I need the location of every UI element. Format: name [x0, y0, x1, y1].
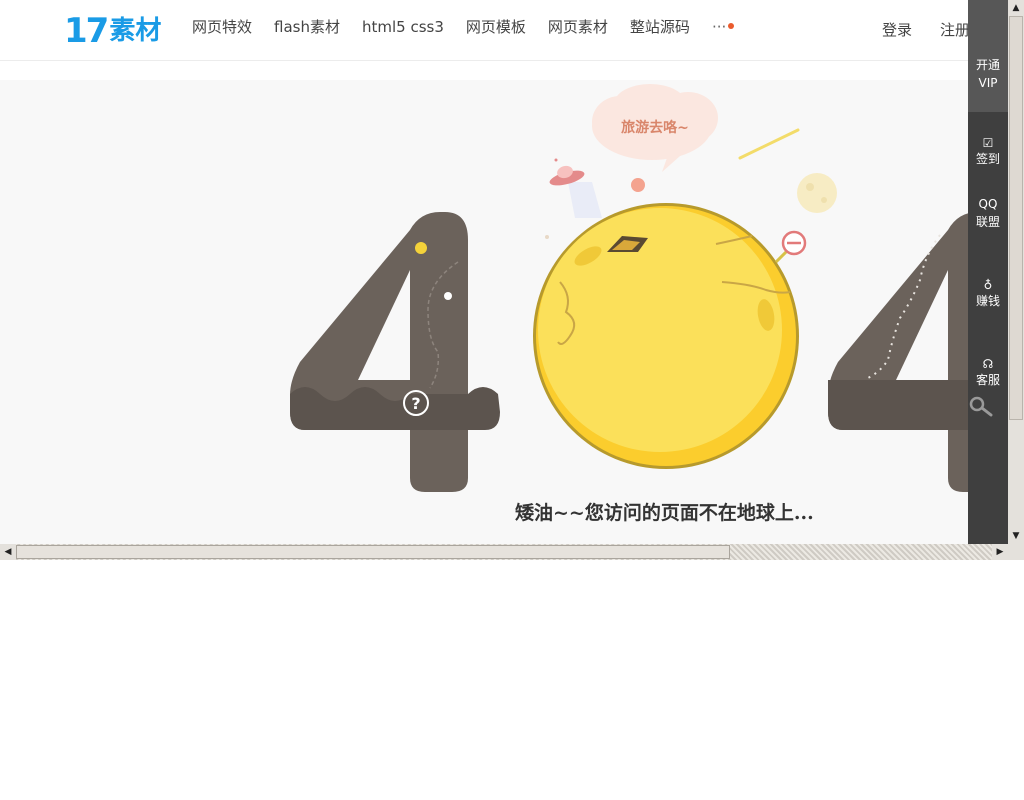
- error-message: 矮油~~您访问的页面不在地球上...: [515, 502, 814, 524]
- vip-label-line1: 开通: [975, 58, 1000, 72]
- qq-union-button[interactable]: QQ 联盟: [968, 195, 1008, 231]
- scroll-right-arrow-icon[interactable]: ▶: [992, 544, 1008, 560]
- scroll-left-arrow-icon[interactable]: ◀: [0, 544, 16, 560]
- horizontal-scroll-thumb[interactable]: [16, 545, 730, 559]
- yellow-bead: [415, 242, 427, 254]
- search-button[interactable]: [962, 394, 1002, 425]
- cloud-text: 旅游去咯~: [621, 119, 689, 136]
- shooting-star: [738, 128, 800, 160]
- scrollbar-corner: [1008, 544, 1024, 560]
- digit-four-left: [290, 212, 500, 492]
- headset-icon: ☊: [982, 357, 994, 371]
- browser-viewport: 17 素材 网页特效 flash素材 html5 css3 网页模板 网页素材 …: [0, 0, 1024, 560]
- ufo-icon: [549, 158, 602, 218]
- no-entry-sign-icon: [774, 230, 807, 264]
- star-dot: [545, 235, 549, 239]
- moon: [797, 173, 837, 213]
- white-bead: [444, 292, 452, 300]
- floating-sidebar: 开通 VIP ☑ 签到 QQ 联盟 ♁ 赚钱 ☊ 客服: [968, 0, 1008, 544]
- error-404-illustration: ? 旅游去咯~: [290, 84, 1006, 492]
- vertical-scrollbar[interactable]: ▲ ▼: [1008, 0, 1024, 544]
- search-icon: [969, 396, 993, 417]
- earn-label: 赚钱: [975, 294, 1000, 308]
- checkin-button[interactable]: ☑ 签到: [968, 136, 1008, 168]
- checkin-label: 签到: [975, 152, 1000, 166]
- earn-button[interactable]: ♁ 赚钱: [968, 278, 1008, 310]
- union-label: 联盟: [975, 215, 1000, 229]
- money-bag-icon: ♁: [983, 278, 993, 292]
- qq-label: QQ: [978, 197, 998, 211]
- small-planet: [631, 178, 645, 192]
- scroll-up-arrow-icon[interactable]: ▲: [1008, 0, 1024, 16]
- calendar-check-icon: ☑: [982, 136, 994, 150]
- vip-label: 开通 VIP: [968, 56, 1008, 92]
- vip-label-line2: VIP: [978, 76, 998, 90]
- vip-button[interactable]: 开通 VIP: [968, 0, 1008, 112]
- scroll-down-arrow-icon[interactable]: ▼: [1008, 528, 1024, 544]
- horizontal-scrollbar[interactable]: ◀ ▶: [0, 544, 1008, 560]
- service-button[interactable]: ☊ 客服: [968, 357, 1008, 389]
- speech-cloud: 旅游去咯~: [592, 84, 718, 172]
- svg-text:?: ?: [411, 394, 420, 413]
- vertical-scroll-thumb[interactable]: [1009, 16, 1023, 420]
- service-label: 客服: [975, 373, 1000, 387]
- planet-zero: [533, 203, 799, 469]
